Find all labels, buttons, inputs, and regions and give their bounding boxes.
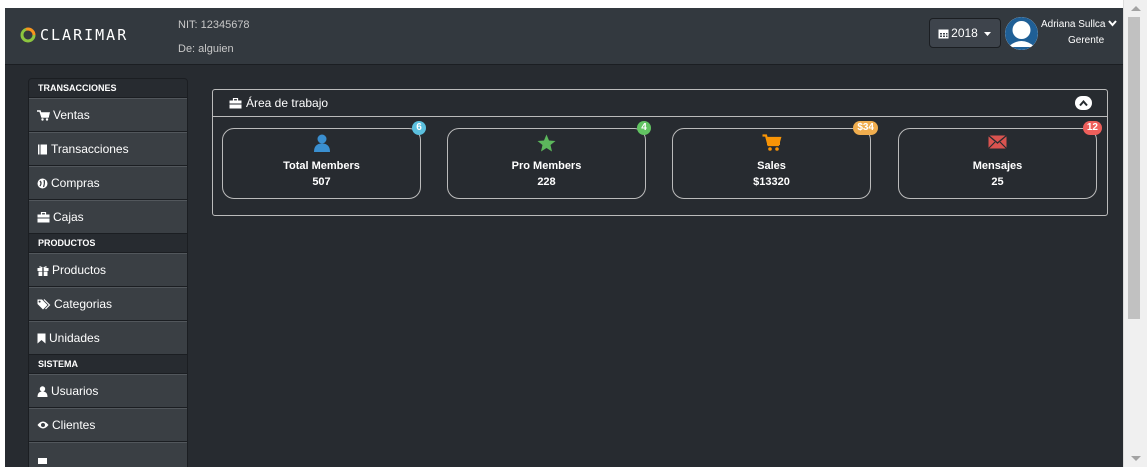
sidebar-item-compras[interactable]: Compras <box>29 166 187 200</box>
scrollbar-thumb[interactable] <box>1128 17 1140 319</box>
card-title: Total Members <box>283 160 360 172</box>
brand-logo[interactable]: CLARIMAR <box>19 24 128 46</box>
sidebar-item-ventas[interactable]: Ventas <box>29 98 187 132</box>
chevron-up-icon <box>1079 99 1088 106</box>
user-icon <box>313 134 330 152</box>
truncated-icon <box>38 457 47 464</box>
sidebar-item-label: Productos <box>52 263 107 277</box>
user-name: Adriana Sullca <box>1041 19 1106 30</box>
card-value: 228 <box>537 176 556 188</box>
sidebar-item-label: Usuarios <box>51 384 99 398</box>
stat-card-total-members[interactable]: Total Members 507 6 <box>222 121 426 199</box>
star-icon <box>537 134 556 152</box>
sidebar-item-transacciones[interactable]: Transacciones <box>29 132 187 166</box>
card-badge: 4 <box>637 121 651 135</box>
de-text: De: alguien <box>178 43 234 55</box>
user-role: Gerente <box>1068 35 1105 46</box>
sidebar-item-clientes[interactable]: Clientes <box>29 408 187 442</box>
stat-card-pro-members[interactable]: Pro Members 228 4 <box>447 121 651 199</box>
calendar-icon <box>938 29 949 38</box>
scroll-down-arrow-icon[interactable] <box>1124 453 1147 465</box>
sidebar-item-label: Clientes <box>52 418 96 432</box>
sidebar-item-partial[interactable] <box>29 442 187 467</box>
card-value: 507 <box>312 176 331 188</box>
top-navbar: CLARIMAR NIT: 12345678 De: alguien 2018 <box>5 8 1123 65</box>
stat-card-mensajes[interactable]: Mensajes 25 12 <box>898 121 1102 199</box>
card-badge: 6 <box>412 121 426 135</box>
sidebar-item-label: Unidades <box>49 331 100 345</box>
globe-icon <box>37 178 48 188</box>
avatar[interactable] <box>1005 17 1038 50</box>
tags-icon <box>37 298 51 309</box>
envelope-icon <box>988 134 1007 149</box>
sidebar-item-usuarios[interactable]: Usuarios <box>29 374 187 408</box>
sidebar-item-label: Ventas <box>53 108 90 122</box>
card-value: $13320 <box>753 176 790 188</box>
sidebar-item-label: Transacciones <box>51 142 129 156</box>
sidebar-item-cajas[interactable]: Cajas <box>29 200 187 234</box>
brand-name: CLARIMAR <box>40 26 129 44</box>
year-dropdown-button[interactable]: 2018 <box>929 18 1001 48</box>
sidebar-section-sistema: SISTEMA <box>29 355 187 374</box>
briefcase-icon <box>229 97 242 108</box>
sidebar-item-unidades[interactable]: Unidades <box>29 321 187 355</box>
app-window: CLARIMAR NIT: 12345678 De: alguien 2018 <box>5 8 1123 467</box>
caret-down-icon <box>983 31 991 36</box>
chevron-down-icon <box>1108 20 1118 27</box>
nit-text: NIT: 12345678 <box>178 19 250 31</box>
card-badge: $34 <box>853 121 878 135</box>
vertical-scrollbar[interactable] <box>1123 0 1147 467</box>
sidebar-item-label: Compras <box>51 176 100 190</box>
card-title: Sales <box>757 160 786 172</box>
gift-icon <box>37 265 49 276</box>
briefcase-icon <box>37 211 50 222</box>
sidebar-item-productos[interactable]: Productos <box>29 253 187 287</box>
sidebar-item-label: Categorias <box>54 297 113 311</box>
card-title: Pro Members <box>511 160 582 172</box>
sidebar: TRANSACCIONES Ventas Transacciones Compr… <box>28 78 188 467</box>
book-icon <box>38 144 47 154</box>
cart-icon <box>37 109 50 121</box>
sidebar-item-label: Cajas <box>53 210 84 224</box>
scroll-up-arrow-icon[interactable] <box>1124 2 1147 14</box>
user-icon <box>37 385 48 397</box>
sidebar-section-productos: PRODUCTOS <box>29 234 187 253</box>
collapse-button[interactable] <box>1075 96 1092 110</box>
user-avatar-icon <box>1005 17 1038 50</box>
card-badge: 12 <box>1082 121 1102 135</box>
clarimar-logo-icon <box>20 27 36 43</box>
sidebar-section-transacciones: TRANSACCIONES <box>29 79 187 98</box>
stat-card-sales[interactable]: Sales $13320 $34 <box>672 121 878 199</box>
panel-title: Área de trabajo <box>246 96 329 110</box>
eye-icon <box>37 421 49 429</box>
card-value: 25 <box>991 176 1004 188</box>
sidebar-item-categorias[interactable]: Categorias <box>29 287 187 321</box>
bookmark-icon <box>37 333 46 343</box>
card-title: Mensajes <box>972 160 1023 172</box>
user-menu[interactable]: Adriana Sullca <box>1041 19 1118 30</box>
workspace-panel: Área de trabajo Total Members 507 6 Pro … <box>212 89 1108 216</box>
cart-icon <box>762 134 781 151</box>
panel-header: Área de trabajo <box>213 90 1107 117</box>
year-label: 2018 <box>951 26 978 40</box>
